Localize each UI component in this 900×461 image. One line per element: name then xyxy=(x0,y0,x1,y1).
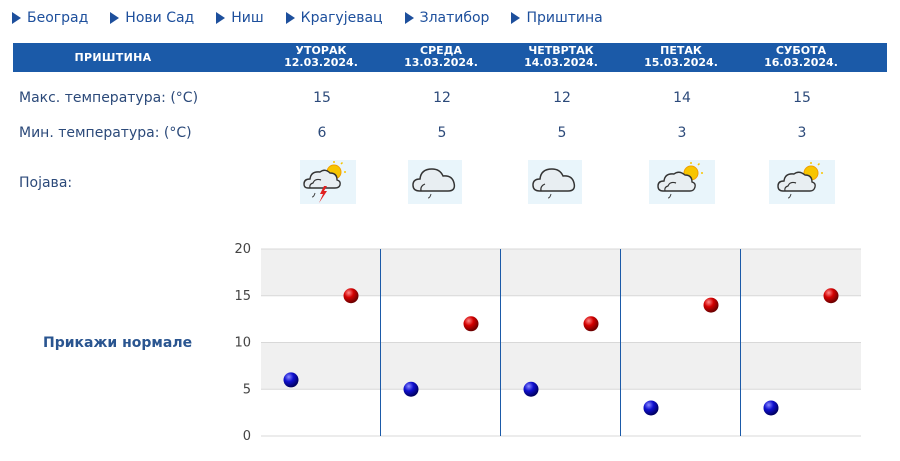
min-temp-point xyxy=(403,381,419,397)
max-temp-point xyxy=(703,297,719,313)
max-temp-point xyxy=(823,288,839,304)
min-temp-point xyxy=(763,400,779,416)
max-temp-point xyxy=(463,316,479,332)
temperature-chart: 0 5 10 15 20 xyxy=(234,242,861,444)
min-temp-point xyxy=(283,372,299,388)
min-temp-point xyxy=(523,381,539,397)
y-tick-label: 20 xyxy=(234,242,251,257)
max-temp-point xyxy=(343,288,359,304)
min-temp-point xyxy=(643,400,659,416)
y-tick-label: 10 xyxy=(234,336,251,351)
max-temp-point xyxy=(583,316,599,332)
y-tick-label: 0 xyxy=(243,429,251,444)
chart-band xyxy=(261,342,861,390)
y-tick-label: 15 xyxy=(234,289,251,304)
y-tick-label: 5 xyxy=(243,382,251,397)
